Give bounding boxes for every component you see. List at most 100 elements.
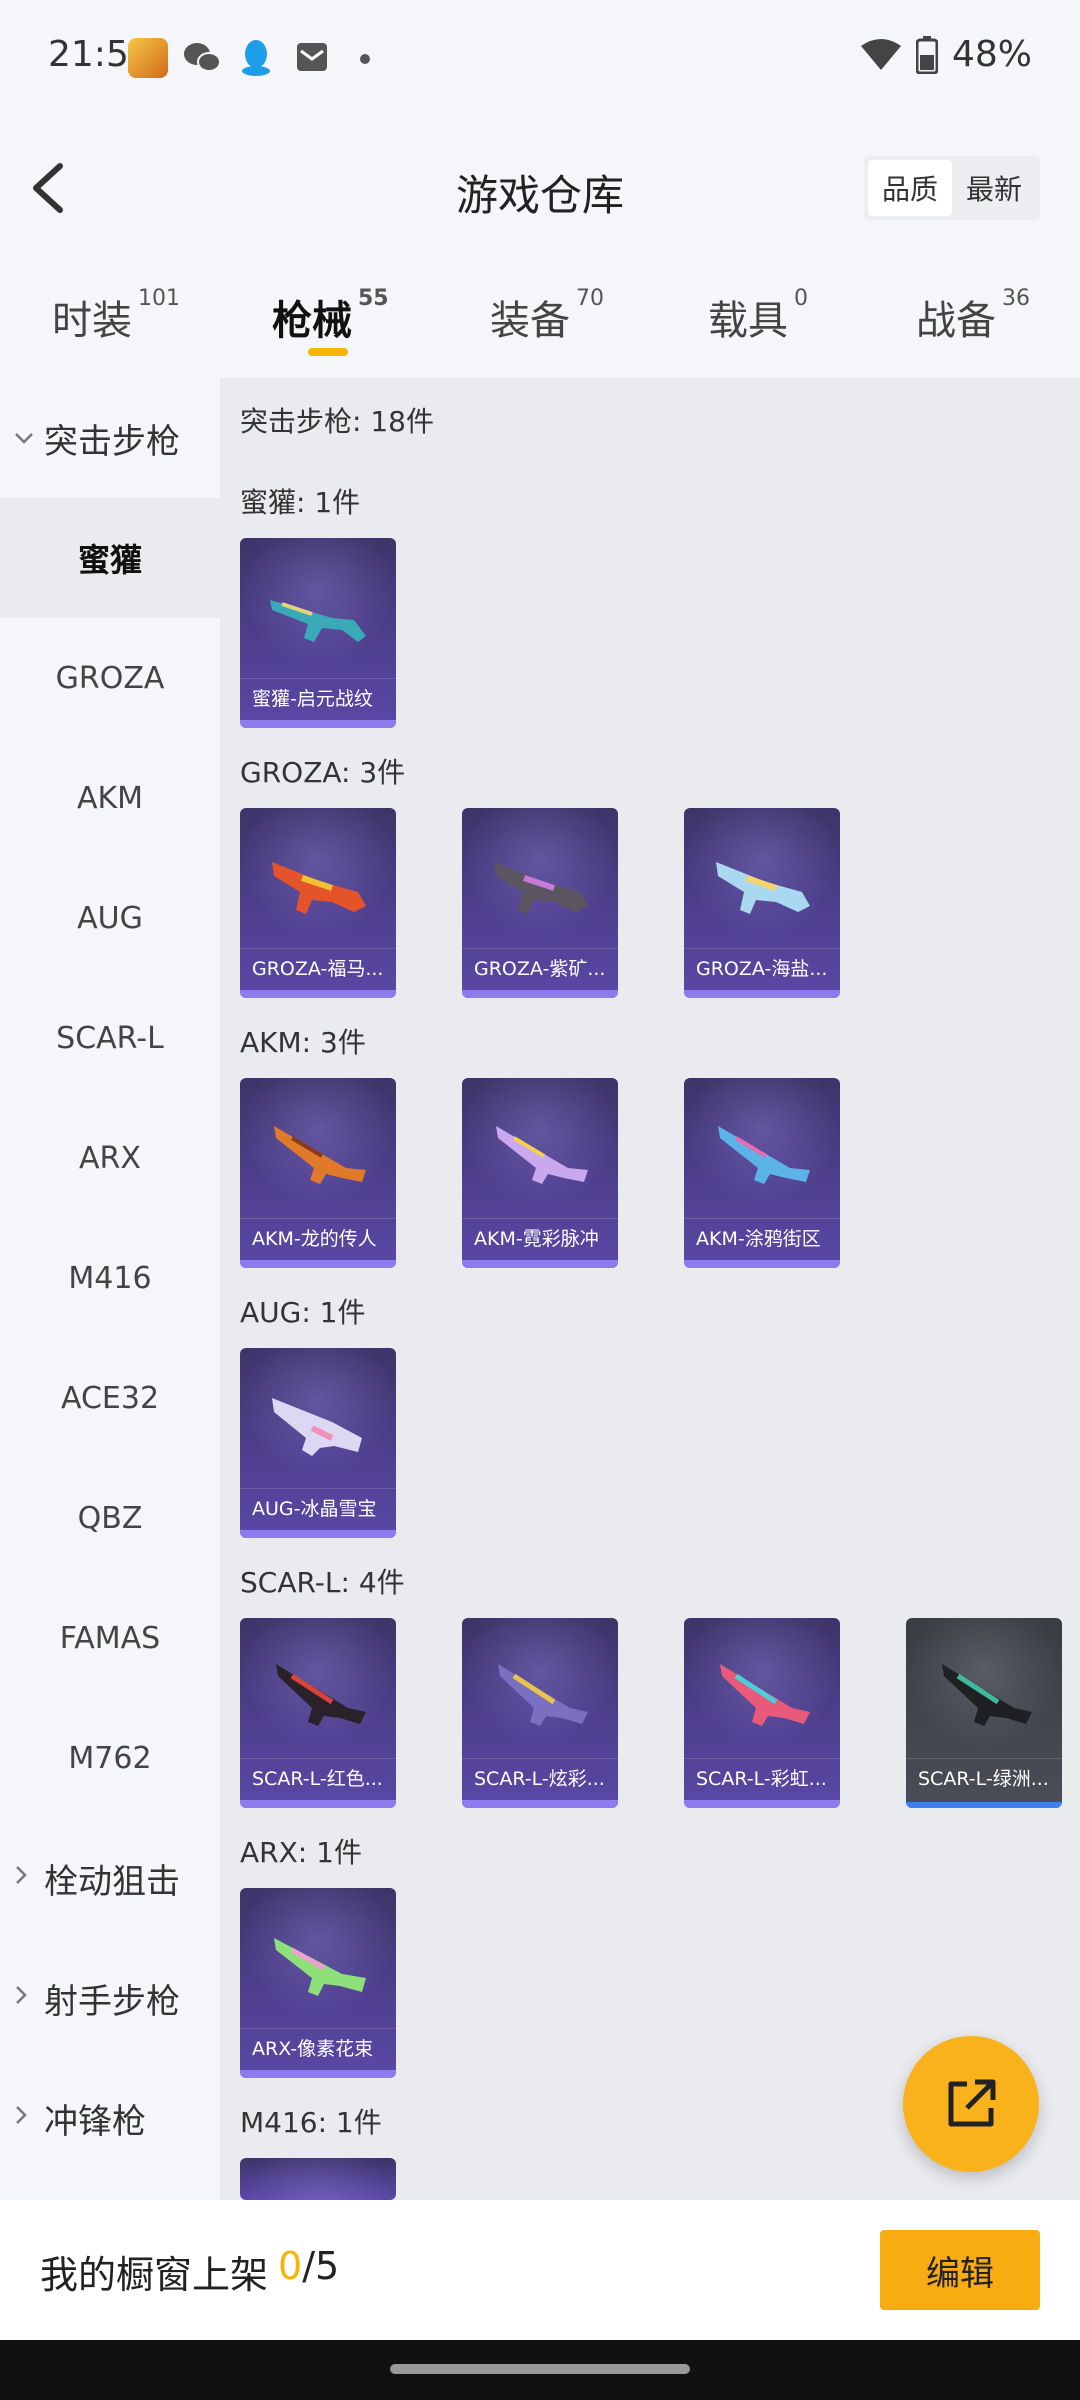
weapon-skin-name: GROZA-海盐... (684, 948, 840, 988)
weapon-skin-card[interactable]: AKM-霓彩脉冲 (462, 1078, 618, 1268)
game-app-icon (128, 38, 168, 78)
weapon-skin-name: 蜜獾-启元战纹 (240, 678, 396, 718)
share-fab-button[interactable] (903, 2036, 1039, 2172)
showcase-total: /5 (302, 2244, 340, 2288)
gun-icon (496, 1126, 588, 1184)
sidebar-category-bolt-sniper[interactable]: 栓动狙击 (0, 1818, 220, 1938)
chevron-right-icon (14, 2105, 44, 2131)
sidebar-item-akm[interactable]: AKM (0, 738, 220, 858)
status-right: 48% (860, 34, 1032, 75)
tab-supplies[interactable]: 战备 36 (916, 286, 1030, 346)
wechat-icon (182, 40, 222, 80)
sidebar-item-famas[interactable]: FAMAS (0, 1578, 220, 1698)
weapon-skin-card-selected[interactable]: SCAR-L-绿洲... (906, 1618, 1062, 1808)
weapon-skin-name: SCAR-L-绿洲... (906, 1758, 1062, 1798)
sidebar-category-label: 栓动狙击 (44, 1861, 180, 1902)
weapon-skin-card[interactable]: SCAR-L-炫彩... (462, 1618, 618, 1808)
weapon-skin-card[interactable]: AKM-涂鸦街区 (684, 1078, 840, 1268)
showcase-status: 我的橱窗上架 0 /5 (40, 2244, 339, 2299)
wifi-icon (860, 38, 901, 70)
tab-count: 101 (138, 286, 180, 311)
tab-firearms[interactable]: 枪械 55 (272, 286, 389, 346)
gun-icon (494, 862, 588, 914)
active-tab-indicator (308, 348, 348, 356)
sidebar-item-ace32[interactable]: ACE32 (0, 1338, 220, 1458)
home-gesture-pill[interactable] (390, 2364, 690, 2374)
gun-icon (272, 1398, 362, 1456)
weapon-skin-name: SCAR-L-炫彩... (462, 1758, 618, 1798)
tab-count: 55 (358, 286, 389, 311)
weapon-skin-card[interactable]: 蜜獾-启元战纹 (240, 538, 396, 728)
gun-icon (716, 862, 810, 914)
tab-vehicles[interactable]: 载具 0 (708, 286, 808, 346)
category-tabs: 时装 101 枪械 55 装备 70 载具 0 战备 36 (0, 270, 1080, 360)
sidebar-category-assault-rifle[interactable]: 突击步枪 (0, 378, 220, 498)
gun-icon (720, 1664, 810, 1726)
section-label: GROZA: 3件 (240, 756, 406, 789)
tab-equipment[interactable]: 装备 70 (490, 286, 604, 346)
chevron-down-icon (14, 426, 44, 451)
tab-count: 0 (794, 286, 808, 311)
sort-toggle: 品质 最新 (864, 156, 1040, 220)
gun-icon (498, 1664, 588, 1726)
weapon-skin-name: ARX-像素花束 (240, 2028, 396, 2068)
weapon-skin-card[interactable]: AKM-龙的传人 (240, 1078, 396, 1268)
section-label: AKM: 3件 (240, 1026, 366, 1059)
weapon-skin-card[interactable] (240, 2158, 396, 2200)
weapon-skin-name: AKM-涂鸦街区 (684, 1218, 840, 1258)
weapon-skin-name: SCAR-L-彩虹... (684, 1758, 840, 1798)
sidebar-category-smg[interactable]: 冲锋枪 (0, 2058, 220, 2178)
gun-icon (274, 1938, 366, 1996)
sidebar-item-scar-l[interactable]: SCAR-L (0, 978, 220, 1098)
weapon-skin-name: AKM-龙的传人 (240, 1218, 396, 1258)
weapon-skin-name: SCAR-L-红色... (240, 1758, 396, 1798)
weapon-skin-card[interactable]: SCAR-L-彩虹... (684, 1618, 840, 1808)
weapon-skin-card[interactable]: ARX-像素花束 (240, 1888, 396, 2078)
edit-button[interactable]: 编辑 (880, 2230, 1040, 2310)
chevron-right-icon (14, 1985, 44, 2011)
weapon-skin-name: GROZA-福马... (240, 948, 396, 988)
section-label: SCAR-L: 4件 (240, 1566, 405, 1599)
status-bar: 21:51 48% (0, 0, 1080, 110)
gun-icon (270, 600, 366, 642)
category-summary: 突击步枪: 18件 (240, 405, 434, 438)
tab-label: 时装 (52, 298, 132, 344)
weapon-skin-card[interactable]: AUG-冰晶雪宝 (240, 1348, 396, 1538)
sort-newest-button[interactable]: 最新 (952, 160, 1036, 216)
share-external-icon (948, 2079, 996, 2127)
sidebar-item-m416[interactable]: M416 (0, 1218, 220, 1338)
system-nav-bar (0, 2340, 1080, 2400)
section-label: 蜜獾: 1件 (240, 486, 361, 519)
tab-fashion[interactable]: 时装 101 (52, 286, 180, 346)
weapon-skin-card[interactable]: GROZA-福马... (240, 808, 396, 998)
tab-count: 36 (1002, 286, 1030, 311)
weapon-sidebar: 突击步枪 蜜獾 GROZA AKM AUG SCAR-L ARX M416 AC… (0, 378, 220, 2200)
qq-icon (238, 38, 274, 82)
gun-icon (272, 862, 366, 914)
sidebar-item-arx[interactable]: ARX (0, 1098, 220, 1218)
sidebar-category-marksman-rifle[interactable]: 射手步枪 (0, 1938, 220, 2058)
weapon-grid: 突击步枪: 18件 蜜獾: 1件 蜜獾-启元战纹 GROZA: 3件 GROZA… (220, 378, 1080, 2200)
sidebar-item-qbz[interactable]: QBZ (0, 1458, 220, 1578)
more-notifications-dot (360, 54, 370, 64)
section-label: AUG: 1件 (240, 1296, 366, 1329)
weapon-skin-card[interactable]: GROZA-紫矿... (462, 808, 618, 998)
sidebar-item-aug[interactable]: AUG (0, 858, 220, 978)
sidebar-item-groza[interactable]: GROZA (0, 618, 220, 738)
tab-count: 70 (576, 286, 604, 311)
battery-percent: 48% (951, 34, 1032, 75)
sidebar-category-label: 射手步枪 (44, 1981, 180, 2022)
sidebar-item-honey-badger[interactable]: 蜜獾 (0, 498, 220, 618)
gun-icon (942, 1664, 1032, 1726)
sort-quality-button[interactable]: 品质 (868, 160, 952, 216)
tab-label: 枪械 (272, 298, 352, 344)
tab-label: 装备 (490, 298, 570, 344)
weapon-skin-card[interactable]: GROZA-海盐... (684, 808, 840, 998)
weapon-skin-name: AKM-霓彩脉冲 (462, 1218, 618, 1258)
weapon-skin-card[interactable]: SCAR-L-红色... (240, 1618, 396, 1808)
weapon-skin-name: AUG-冰晶雪宝 (240, 1488, 396, 1528)
sidebar-category-label: 突击步枪 (44, 421, 180, 462)
sidebar-item-m762[interactable]: M762 (0, 1698, 220, 1818)
page-header: 游戏仓库 品质 最新 (0, 130, 1080, 250)
gun-icon (274, 1126, 366, 1184)
